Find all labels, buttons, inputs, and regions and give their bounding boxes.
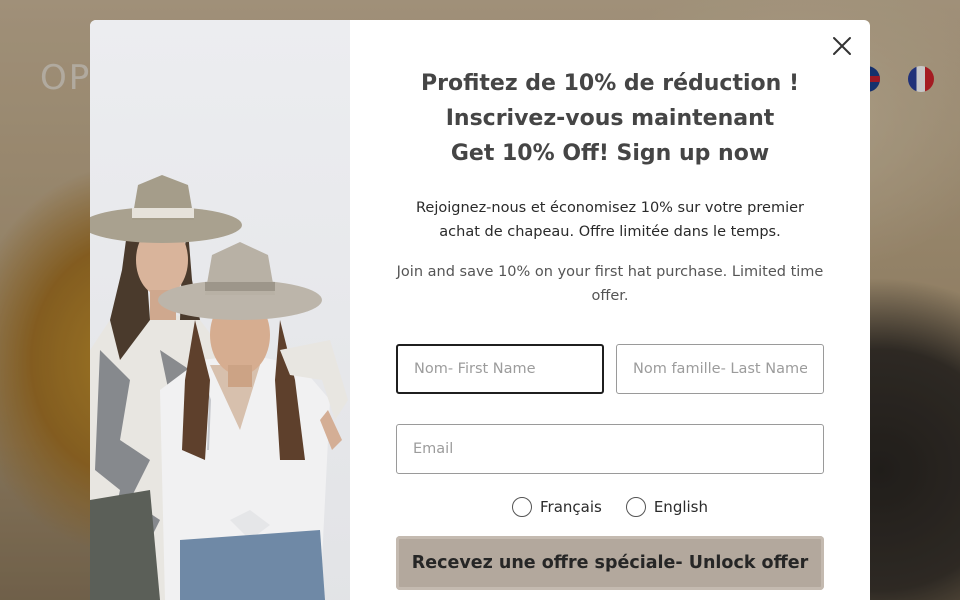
headline-line-fr-signup: Inscrivez-vous maintenant <box>445 106 775 131</box>
popup-form-panel: Profitez de 10% de réduction ! Inscrivez… <box>350 20 870 600</box>
newsletter-popup: Profitez de 10% de réduction ! Inscrivez… <box>90 20 870 600</box>
language-label-francais: Français <box>540 498 602 516</box>
description-english: Join and save 10% on your first hat purc… <box>396 264 824 304</box>
popup-headline: Profitez de 10% de réduction ! Inscrivez… <box>350 66 870 171</box>
first-name-input[interactable] <box>396 344 604 394</box>
language-label-english: English <box>653 498 708 516</box>
headline-line-en: Get 10% Off! Sign up now <box>450 141 770 166</box>
language-option-francais[interactable]: Français <box>512 497 602 517</box>
headline-line-fr-offer: Profitez de 10% de réduction ! <box>420 71 800 96</box>
language-selector: Français English <box>350 494 870 520</box>
models-in-hats-illustration <box>90 175 348 600</box>
language-option-english[interactable]: English <box>625 497 708 517</box>
email-input[interactable] <box>396 424 824 474</box>
popup-image <box>90 20 350 600</box>
unlock-offer-button[interactable]: Recevez une offre spéciale- Unlock offer <box>396 536 824 590</box>
description-french: Rejoignez-nous et économisez 10% sur vot… <box>415 200 804 240</box>
radio-english[interactable] <box>625 497 646 517</box>
radio-francais[interactable] <box>512 497 532 517</box>
last-name-input[interactable] <box>616 344 824 394</box>
